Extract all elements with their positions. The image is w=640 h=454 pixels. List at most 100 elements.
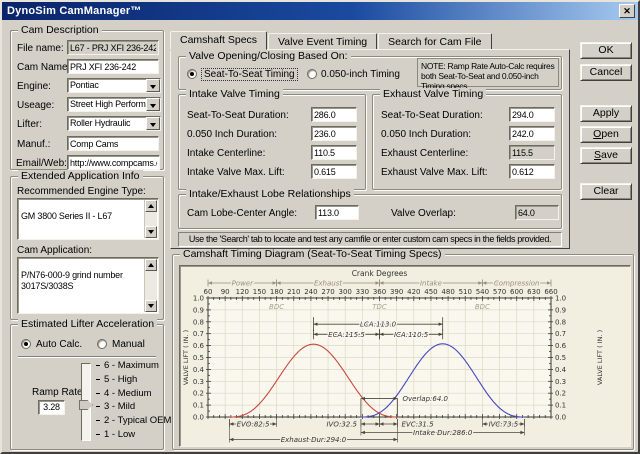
manuf-input[interactable] (67, 136, 159, 151)
save-button[interactable]: Save (580, 147, 632, 164)
useage-dropdown-button[interactable] (146, 98, 160, 111)
auto-calc-label: Auto Calc. (36, 339, 83, 350)
lifter-dropdown-button[interactable] (146, 117, 160, 130)
cam-application-value: P/N76-000-9 grind number 3017S/3038S (21, 270, 123, 291)
arrow-down-icon (148, 304, 154, 311)
intake-centerline-label: Intake Centerline: (187, 148, 266, 159)
cam-description-group: Cam Description File name: Cam Name: Eng… (10, 24, 164, 170)
svg-text:EVC:31.5: EVC:31.5 (402, 421, 435, 429)
manuf-label: Manuf.: (17, 139, 51, 150)
slider-scale-item: 3 - Mild (96, 401, 135, 412)
svg-text:450: 450 (424, 288, 437, 296)
timing-diagram-title: Camshaft Timing Diagram (Seat-To-Seat Ti… (180, 248, 445, 260)
engine-select[interactable]: Pontiac (67, 78, 161, 93)
svg-text:0.5: 0.5 (193, 354, 204, 362)
valve-basis-title: Valve Opening/Closing Based On: (186, 50, 351, 62)
intake-timing-group: Intake Valve Timing Seat-To-Seat Duratio… (178, 88, 366, 190)
cam-application-scrollbar[interactable] (144, 259, 157, 312)
intake-max-lift-input[interactable] (311, 164, 357, 179)
svg-text:BDC: BDC (475, 303, 490, 311)
slider-scale-item: 5 - High (96, 374, 137, 385)
svg-text:TDC: TDC (372, 303, 387, 311)
separator (18, 356, 156, 358)
scroll-up-button[interactable] (145, 200, 157, 212)
close-button[interactable]: ✕ (619, 4, 635, 18)
useage-select[interactable]: Street High Performance (67, 97, 161, 112)
svg-text:Power: Power (232, 280, 255, 288)
exhaust-max-lift-input[interactable] (509, 164, 555, 179)
lifter-acceleration-title: Estimated Lifter Acceleration (18, 318, 158, 330)
svg-text:570: 570 (493, 288, 506, 296)
svg-text:0.9: 0.9 (193, 306, 204, 314)
status-text: Use the 'Search' tab to locate and test … (178, 232, 562, 247)
svg-text:VALVE LIFT ( IN. ): VALVE LIFT ( IN. ) (182, 330, 190, 385)
intake-max-lift-label: Intake Valve Max. Lift: (187, 167, 285, 178)
file-name-field (67, 40, 159, 55)
engine-type-value: GM 3800 Series II - L67 (21, 211, 112, 221)
svg-text:150: 150 (253, 288, 266, 296)
intake-centerline-input[interactable] (311, 145, 357, 160)
engine-type-textarea[interactable]: GM 3800 Series II - L67 (17, 198, 159, 240)
intake-s2s-duration-input[interactable] (311, 107, 357, 122)
open-button[interactable]: Open (580, 126, 632, 143)
svg-text:ECA:115.5: ECA:115.5 (328, 331, 365, 339)
svg-text:VALVE LIFT ( IN. ): VALVE LIFT ( IN. ) (596, 330, 604, 385)
tab-search-for-cam-file[interactable]: Search for Cam File (378, 33, 492, 50)
svg-text:360: 360 (373, 288, 386, 296)
svg-text:60: 60 (204, 288, 213, 296)
lobe-center-angle-input[interactable] (315, 205, 359, 220)
cam-application-textarea[interactable]: P/N76-000-9 grind number 3017S/3038S (17, 257, 159, 314)
seat-to-seat-radio[interactable] (187, 69, 197, 79)
inch-timing-radio[interactable] (307, 69, 317, 79)
svg-text:IVC:73.5: IVC:73.5 (489, 421, 519, 429)
svg-text:390: 390 (390, 288, 403, 296)
svg-text:120: 120 (236, 288, 249, 296)
lifter-value: Roller Hydraulic (70, 118, 131, 128)
arrow-up-icon (148, 201, 154, 208)
svg-text:480: 480 (441, 288, 454, 296)
scroll-up-button[interactable] (145, 259, 157, 271)
intake-timing-title: Intake Valve Timing (186, 88, 283, 100)
seat-to-seat-label[interactable]: Seat-To-Seat Timing (201, 68, 298, 81)
svg-text:1.0: 1.0 (555, 295, 566, 303)
svg-text:540: 540 (476, 288, 489, 296)
svg-text:0.2: 0.2 (193, 390, 204, 398)
svg-text:IVO:32.5: IVO:32.5 (326, 421, 357, 429)
svg-text:ICA:110.5: ICA:110.5 (394, 331, 429, 339)
intake-050-duration-input[interactable] (311, 126, 357, 141)
svg-text:0.7: 0.7 (555, 330, 566, 338)
cam-name-input[interactable] (67, 59, 159, 74)
email-web-label: Email/Web: (16, 158, 67, 169)
email-web-input[interactable] (67, 155, 160, 170)
cancel-button[interactable]: Cancel (580, 64, 632, 81)
tab-camshaft-specs[interactable]: Camshaft Specs (170, 31, 268, 50)
svg-text:Exhaust Dur:294.0: Exhaust Dur:294.0 (281, 436, 347, 444)
svg-text:510: 510 (459, 288, 472, 296)
apply-button[interactable]: Apply (580, 105, 632, 122)
svg-text:420: 420 (407, 288, 420, 296)
manual-radio[interactable] (97, 339, 107, 349)
exhaust-050-duration-input[interactable] (509, 126, 555, 141)
svg-text:0.7: 0.7 (193, 330, 204, 338)
svg-text:270: 270 (321, 288, 334, 296)
tab-valve-event-timing[interactable]: Valve Event Timing (268, 33, 378, 50)
scroll-down-button[interactable] (145, 300, 157, 312)
title-bar[interactable]: DynoSim CamManager™ ✕ (2, 2, 638, 20)
svg-text:600: 600 (510, 288, 523, 296)
clear-button[interactable]: Clear (580, 183, 632, 200)
exhaust-s2s-duration-label: Seat-To-Seat Duration: (381, 110, 483, 121)
engine-type-label: Recommended Engine Type: (17, 186, 146, 197)
exhaust-s2s-duration-input[interactable] (509, 107, 555, 122)
extended-info-group: Extended Application Info Recommended En… (10, 170, 164, 320)
engine-value: Pontiac (70, 80, 99, 90)
engine-type-scrollbar[interactable] (144, 200, 157, 238)
valve-overlap-label: Valve Overlap: (391, 208, 456, 219)
lifter-select[interactable]: Roller Hydraulic (67, 116, 161, 131)
scroll-down-button[interactable] (145, 226, 157, 238)
engine-dropdown-button[interactable] (146, 79, 160, 92)
auto-calc-radio[interactable] (21, 339, 31, 349)
svg-text:Compression: Compression (494, 280, 540, 288)
ok-button[interactable]: OK (580, 42, 632, 59)
intake-050-duration-label: 0.050 Inch Duration: (187, 129, 278, 140)
lobe-relationships-title: Intake/Exhaust Lobe Relationships (186, 188, 354, 200)
